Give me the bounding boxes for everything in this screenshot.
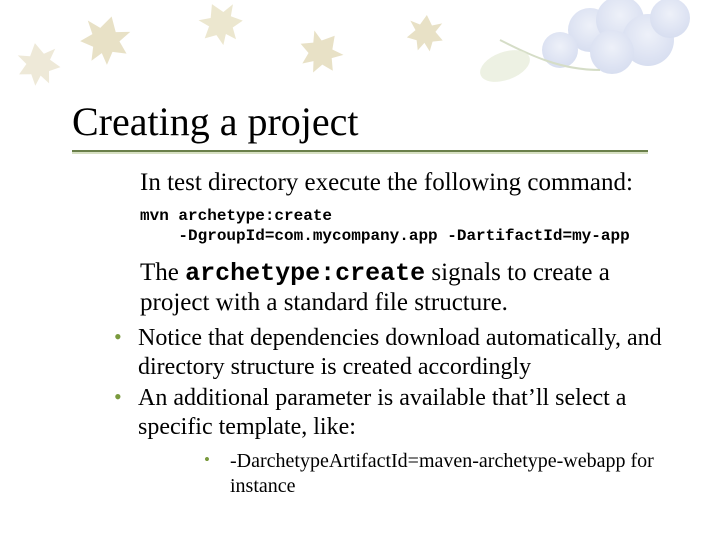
list-item: An additional parameter is available tha… — [108, 384, 662, 499]
slide: Creating a project In test directory exe… — [0, 0, 720, 540]
slide-title: Creating a project — [0, 0, 720, 144]
list-item: Notice that dependencies download automa… — [108, 324, 662, 383]
command-line-2: -DgroupId=com.mycompany.app -DartifactId… — [178, 227, 629, 245]
sub-bullet-list: -DarchetypeArtifactId=maven-archetype-we… — [138, 449, 662, 499]
slide-content: Creating a project In test directory exe… — [0, 0, 720, 499]
bullet-list: Notice that dependencies download automa… — [72, 324, 662, 499]
command-line-1: mvn archetype:create — [140, 207, 332, 225]
lead-text: In test directory execute the following … — [140, 168, 662, 198]
explain-text: The archetype:create signals to create a… — [140, 258, 662, 318]
command-block: mvn archetype:create -DgroupId=com.mycom… — [140, 206, 662, 246]
list-item: -DarchetypeArtifactId=maven-archetype-we… — [194, 449, 662, 499]
inline-code: archetype:create — [185, 259, 425, 288]
slide-body: In test directory execute the following … — [0, 154, 720, 499]
